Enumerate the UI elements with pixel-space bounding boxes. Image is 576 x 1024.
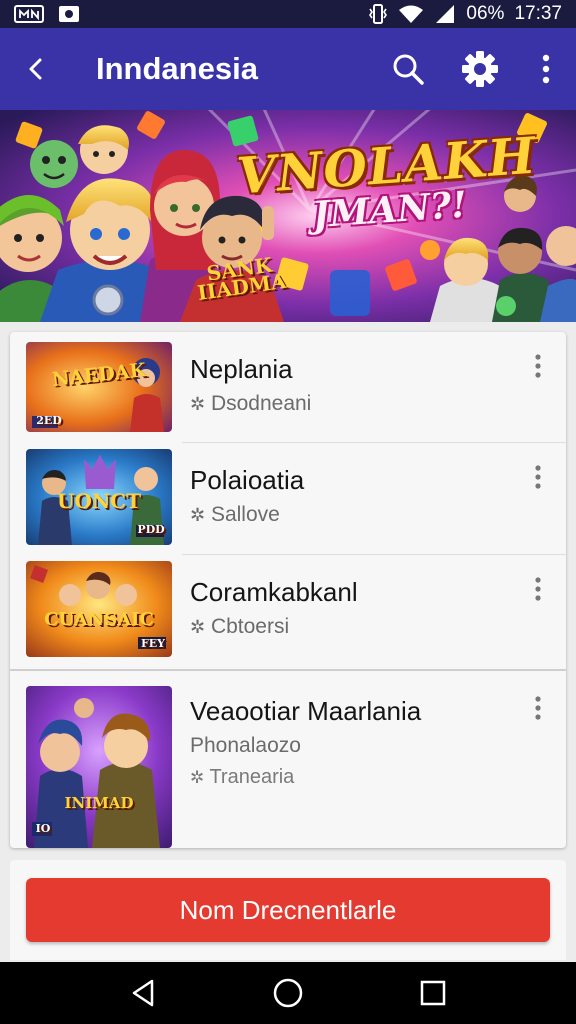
signal-icon <box>434 4 456 24</box>
game-thumbnail: INIMAD IO <box>26 686 172 848</box>
item-title: Coramkabkanl <box>190 577 358 607</box>
system-navigation-bar <box>0 962 576 1024</box>
back-arrow-icon <box>29 58 42 80</box>
primary-action-button[interactable]: Nom Drecnentlarle <box>26 878 550 942</box>
game-list: NAEDAK 2ED Neplania ✲ Dsodneani UONCT PD… <box>10 332 566 848</box>
featured-banner[interactable]: VNOLAKH JMAN?! SANK IIADMA <box>0 110 576 322</box>
overflow-menu-button[interactable] <box>516 28 576 110</box>
item-subtitle: ✲ Dsodneani <box>190 392 312 415</box>
star-icon: ✲ <box>190 768 205 787</box>
item-title: Polaioatia <box>190 465 305 495</box>
nav-home-button[interactable] <box>258 962 318 1024</box>
notification-icon <box>58 4 80 24</box>
screenshot-icon <box>14 4 44 24</box>
star-icon: ✲ <box>190 617 206 637</box>
item-title: Neplania <box>190 354 293 384</box>
item-more-button[interactable] <box>524 346 552 386</box>
item-subtitle: ✲ Cbtoersi <box>190 615 290 638</box>
back-button[interactable] <box>0 28 72 110</box>
page-title: Inndanesia <box>96 51 258 86</box>
game-thumbnail: NAEDAK 2ED <box>26 342 172 432</box>
wifi-icon <box>398 4 424 24</box>
item-title: Veaootiar Maarlania <box>190 696 422 726</box>
search-icon <box>393 54 424 85</box>
item-more-button[interactable] <box>524 457 552 497</box>
item-meta: ✲ Tranearia <box>190 766 295 788</box>
list-item[interactable]: INIMAD IO Veaootiar Maarlania Phonalaozo… <box>10 672 566 848</box>
cta-container: Nom Drecnentlarle <box>10 860 566 960</box>
game-thumbnail: UONCT PDD <box>26 449 172 545</box>
nav-back-button[interactable] <box>113 962 173 1024</box>
battery-percentage: 06% <box>466 3 505 24</box>
overflow-menu-icon <box>535 465 541 489</box>
nav-back-icon <box>132 979 153 1007</box>
overflow-menu-icon <box>535 577 541 601</box>
item-subtitle: ✲ Sallove <box>190 503 280 526</box>
nav-recents-icon <box>421 980 446 1006</box>
app-bar: Inndanesia <box>0 28 576 110</box>
overflow-menu-icon <box>535 696 541 720</box>
settings-gear-icon <box>462 51 498 87</box>
section-divider <box>10 669 566 671</box>
overflow-menu-icon <box>542 54 550 84</box>
nav-recents-button[interactable] <box>403 962 463 1024</box>
list-item[interactable]: CUANSAIC FEY Coramkabkanl ✲ Cbtoersi <box>10 555 566 669</box>
status-bar: 06% 17:37 <box>0 0 576 28</box>
clock: 17:37 <box>514 3 562 24</box>
search-button[interactable] <box>372 28 444 110</box>
overflow-menu-icon <box>535 354 541 378</box>
item-subtitle: Phonalaozo <box>190 734 301 757</box>
item-more-button[interactable] <box>524 569 552 609</box>
game-thumbnail: CUANSAIC FEY <box>26 561 172 657</box>
vibrate-icon <box>368 3 388 25</box>
settings-button[interactable] <box>444 28 516 110</box>
nav-home-icon <box>273 978 303 1008</box>
star-icon: ✲ <box>190 394 206 414</box>
item-more-button[interactable] <box>524 688 552 728</box>
list-item[interactable]: UONCT PDD Polaioatia ✲ Sallove <box>10 443 566 554</box>
star-icon: ✲ <box>190 505 206 525</box>
list-item[interactable]: NAEDAK 2ED Neplania ✲ Dsodneani <box>10 332 566 442</box>
